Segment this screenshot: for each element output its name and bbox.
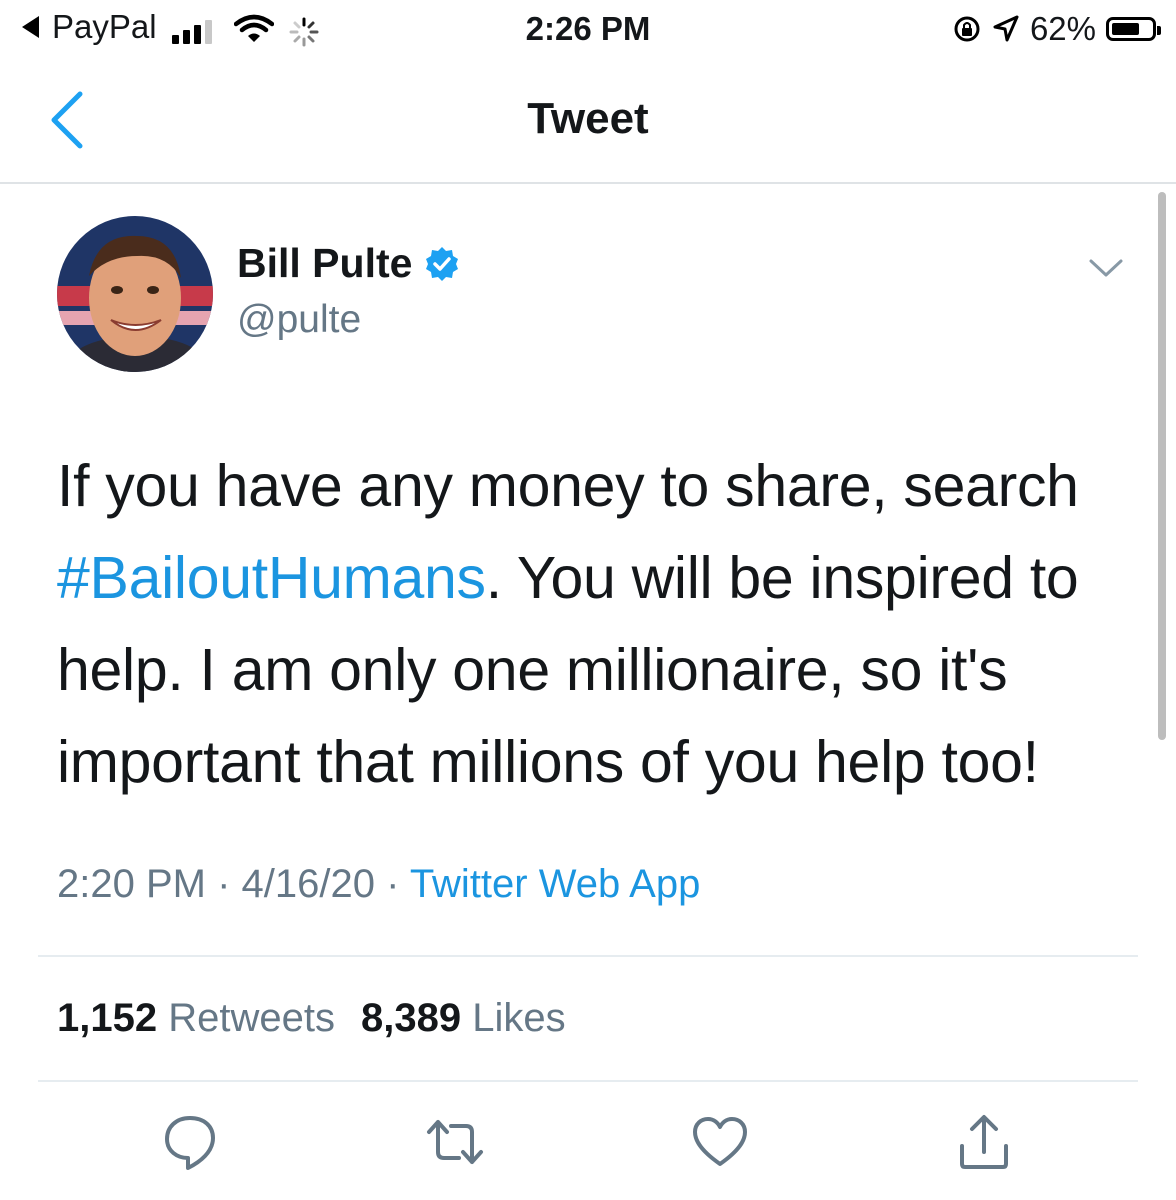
status-right: 62% xyxy=(952,10,1161,48)
likes-label: Likes xyxy=(472,996,566,1040)
retweet-icon[interactable] xyxy=(425,1112,485,1172)
meta-separator: · xyxy=(205,862,242,906)
verified-badge-icon xyxy=(426,246,459,281)
retweets-stat[interactable]: 1,152 Retweets xyxy=(57,996,335,1040)
action-bar xyxy=(0,1112,1176,1182)
avatar-image xyxy=(57,216,213,372)
tweet-text-part1: If you have any money to share, search xyxy=(57,453,1079,519)
battery-icon xyxy=(1106,17,1161,41)
share-icon[interactable] xyxy=(954,1112,1014,1172)
navigation-bar: Tweet xyxy=(0,60,1176,184)
like-icon[interactable] xyxy=(690,1112,750,1172)
status-bar: PayPal 2:26 PM 62% xyxy=(0,0,1176,60)
scrollbar[interactable] xyxy=(1158,192,1166,740)
tweet-text: If you have any money to share, search #… xyxy=(57,440,1142,808)
author-name[interactable]: Bill Pulte xyxy=(237,240,460,287)
chevron-down-icon[interactable] xyxy=(1088,256,1124,280)
hashtag-link[interactable]: #BailoutHumans xyxy=(57,545,486,611)
tweet-meta: 2:20 PM · 4/16/20 · Twitter Web App xyxy=(57,862,700,907)
author-handle[interactable]: @pulte xyxy=(237,298,361,342)
battery-percent: 62% xyxy=(1029,10,1096,47)
meta-separator: · xyxy=(374,862,410,906)
likes-count: 8,389 xyxy=(360,996,462,1040)
divider xyxy=(38,955,1138,957)
orientation-lock-icon xyxy=(954,16,980,42)
likes-stat[interactable]: 8,389 Likes xyxy=(361,996,566,1040)
retweets-label: Retweets xyxy=(168,996,335,1040)
avatar[interactable] xyxy=(57,216,213,372)
tweet-source-link[interactable]: Twitter Web App xyxy=(410,862,701,906)
retweets-count: 1,152 xyxy=(57,996,158,1040)
location-icon xyxy=(993,15,1019,42)
page-title: Tweet xyxy=(527,94,649,143)
divider xyxy=(38,1080,1138,1082)
tweet-date: 4/16/20 xyxy=(241,862,375,906)
tweet-stats: 1,152 Retweets 8,389 Likes xyxy=(57,996,566,1041)
tweet-time: 2:20 PM xyxy=(57,862,206,906)
reply-icon[interactable] xyxy=(160,1112,220,1172)
author-name-label: Bill Pulte xyxy=(237,240,413,286)
